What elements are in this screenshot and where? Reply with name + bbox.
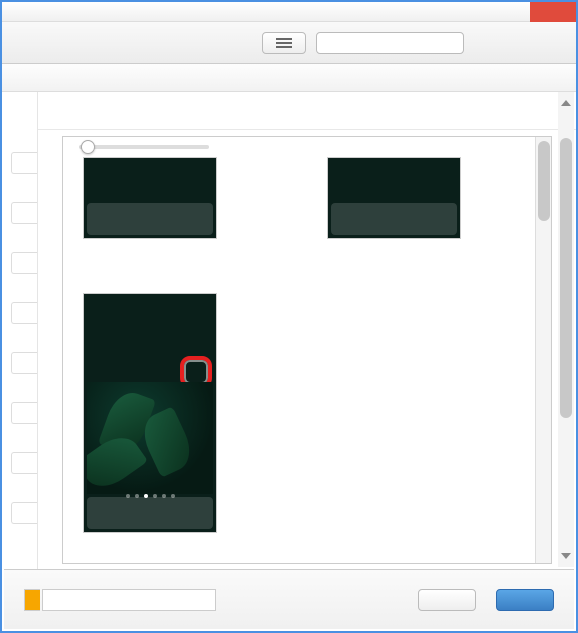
dock-app-chrome[interactable] [153,206,179,232]
app-icon[interactable] [121,163,147,189]
pages-grid [63,157,551,537]
sidebar-slot[interactable] [11,202,37,224]
tab-device[interactable] [6,74,30,82]
dock-app-phone[interactable] [334,206,360,232]
sidebar-slot[interactable] [11,252,37,274]
sidebar-slot[interactable] [11,352,37,374]
tab-bar [2,64,576,92]
phone-preview [327,157,461,239]
dock-app-messages[interactable] [365,206,391,232]
app-icon[interactable] [184,163,210,189]
search-field[interactable] [316,32,464,54]
app-icon[interactable] [428,163,454,189]
app-icon[interactable] [183,299,209,325]
dock-app-music[interactable] [184,500,210,526]
dock-app-messages[interactable] [121,206,147,232]
storage-used-bar [24,589,40,611]
window-titlebar [2,2,576,22]
scroll-up-icon[interactable] [561,96,571,106]
wallpaper [87,382,213,494]
dock [331,203,457,235]
toolbar [2,22,576,64]
scrollbar-thumb[interactable] [560,138,572,418]
search-input[interactable] [331,37,473,49]
dock [87,203,213,235]
main-area [2,92,576,570]
dock-app-messages[interactable] [121,500,147,526]
zoom-control-row [63,137,551,157]
apple-logo-icon[interactable] [6,25,42,61]
list-view-button[interactable] [262,32,306,54]
sidebar-slot[interactable] [11,302,37,324]
footer-bar [4,569,574,629]
dock [87,497,213,529]
content-panel [38,92,576,570]
app-icon[interactable] [152,328,178,354]
app-icon[interactable] [120,357,146,383]
sidebar-slot[interactable] [11,502,37,524]
done-button[interactable] [496,589,554,611]
list-icon [276,38,292,48]
dock-app-phone[interactable] [90,206,116,232]
app-icon[interactable] [89,357,115,383]
app-icon[interactable] [120,299,146,325]
sidebar-slot[interactable] [11,452,37,474]
home-screen-page-1[interactable] [83,157,217,243]
home-screen-page-3[interactable] [83,293,217,537]
outer-scrollbar[interactable] [558,92,574,567]
dock-app-music[interactable] [428,206,454,232]
inner-scrollbar[interactable] [535,137,551,563]
dock-app-phone[interactable] [90,500,116,526]
app-row [87,161,213,191]
apply-button[interactable] [418,589,476,611]
dock-app-music[interactable] [184,206,210,232]
window-minimize-button[interactable] [484,2,530,22]
app-row [331,161,457,191]
app-icon[interactable] [89,299,115,325]
zoom-slider-thumb[interactable] [81,140,95,154]
dock-app-chrome[interactable] [397,206,423,232]
dock-app-chrome[interactable] [153,500,179,526]
app-icon[interactable] [152,357,178,383]
storage-indicator [24,589,216,611]
scroll-down-icon[interactable] [561,553,571,563]
app-icon[interactable] [152,163,178,189]
app-icon[interactable] [120,328,146,354]
zoom-slider[interactable] [79,145,209,149]
app-icon[interactable] [89,163,115,189]
app-icon[interactable] [396,163,422,189]
scrollbar-thumb[interactable] [538,141,550,221]
window-close-button[interactable] [530,2,576,22]
storage-free-label [42,589,216,611]
app-icon[interactable] [89,328,115,354]
home-screen-pages-panel [62,136,552,564]
app-icon[interactable] [333,163,359,189]
app-icon[interactable] [152,299,178,325]
apps-count-header [38,92,576,130]
app-icon[interactable] [365,163,391,189]
phone-preview [83,157,217,239]
sidebar-slot[interactable] [11,402,37,424]
home-screen-page-2[interactable] [327,157,461,243]
sidebar-slot[interactable] [11,152,37,174]
app-icon[interactable] [183,328,209,354]
left-sidebar [2,92,38,570]
phone-preview [83,293,217,533]
